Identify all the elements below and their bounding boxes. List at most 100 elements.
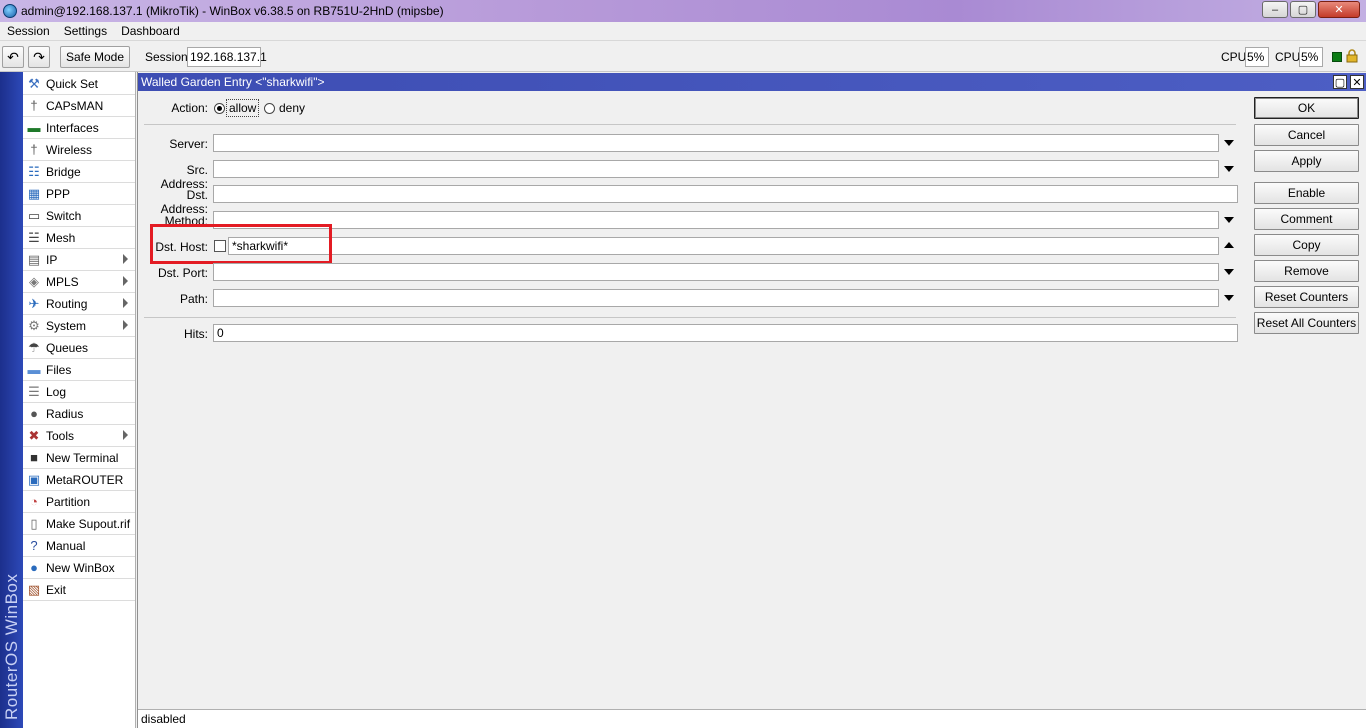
sidebar-item-files[interactable]: ▬ Files <box>23 359 135 381</box>
dialog-status-bar: disabled <box>138 709 1366 728</box>
comment-button[interactable]: Comment <box>1254 208 1359 230</box>
action-deny-label[interactable]: deny <box>279 101 305 115</box>
sidebar-item-ip[interactable]: ▤ IP <box>23 249 135 271</box>
sidebar-item-label: Manual <box>46 538 86 553</box>
sidebar-item-ppp[interactable]: ▦ PPP <box>23 183 135 205</box>
window-controls: ‒ ▢ ✕ <box>1262 1 1360 18</box>
ok-button[interactable]: OK <box>1254 97 1359 119</box>
dst-address-field[interactable] <box>213 185 1238 203</box>
winbox-icon: ● <box>30 560 38 575</box>
sidebar-item-bridge[interactable]: ☷ Bridge <box>23 161 135 183</box>
sidebar-item-system[interactable]: ⚙ System <box>23 315 135 337</box>
server-field[interactable] <box>213 134 1219 152</box>
sidebar-item-label: Radius <box>46 406 84 421</box>
path-label: Path: <box>179 292 208 306</box>
path-dropdown-icon[interactable] <box>1224 295 1234 301</box>
redo-button[interactable]: ↷ <box>28 46 50 68</box>
path-field[interactable] <box>213 289 1219 307</box>
files-icon: ▬ <box>27 362 41 377</box>
sidebar-item-radius[interactable]: ● Radius <box>23 403 135 425</box>
sidebar-item-mpls[interactable]: ◈ MPLS <box>23 271 135 293</box>
sidebar-item-wireless[interactable]: † Wireless <box>23 139 135 161</box>
sidebar-item-log[interactable]: ☰ Log <box>23 381 135 403</box>
sidebar-item-label: System <box>46 318 87 333</box>
menu-settings[interactable]: Settings <box>57 24 114 38</box>
supout-icon: ▯ <box>30 515 38 531</box>
method-field[interactable] <box>213 211 1219 229</box>
sidebar-item-label: IP <box>46 252 58 267</box>
undo-icon: ↶ <box>7 48 19 65</box>
sidebar-item-new-terminal[interactable]: ■ New Terminal <box>23 447 135 469</box>
ip-icon: ▤ <box>27 251 41 267</box>
sidebar-item-switch[interactable]: ▭ Switch <box>23 205 135 227</box>
close-window-button[interactable]: ✕ <box>1318 1 1360 18</box>
sidebar-item-label: New WinBox <box>46 560 115 575</box>
src-address-dropdown-icon[interactable] <box>1224 166 1234 172</box>
sidebar-item-capsman[interactable]: † CAPsMAN <box>23 95 135 117</box>
mesh-icon: ☱ <box>28 229 40 245</box>
exit-icon: ▧ <box>27 581 41 597</box>
reset-counters-button[interactable]: Reset Counters <box>1254 286 1359 308</box>
reset-all-counters-button[interactable]: Reset All Counters <box>1254 312 1359 334</box>
sidebar-item-label: Routing <box>46 296 88 311</box>
sidebar-item-routing[interactable]: ✈ Routing <box>23 293 135 315</box>
sidebar-item-interfaces[interactable]: ▬ Interfaces <box>23 117 135 139</box>
menu-bar: Session Settings Dashboard <box>0 22 1366 41</box>
sidebar-item-quick-set[interactable]: ⚒ Quick Set <box>23 73 135 95</box>
remove-button[interactable]: Remove <box>1254 260 1359 282</box>
dst-port-field[interactable] <box>213 263 1219 281</box>
system-icon: ⚙ <box>28 317 40 333</box>
sidebar-item-mesh[interactable]: ☱ Mesh <box>23 227 135 249</box>
sidebar-item-make-supout-rif[interactable]: ▯ Make Supout.rif <box>23 513 135 535</box>
cancel-button[interactable]: Cancel <box>1254 124 1359 146</box>
sidebar-item-label: Log <box>46 384 67 399</box>
safe-mode-button[interactable]: Safe Mode <box>60 46 130 68</box>
sidebar-item-exit[interactable]: ▧ Exit <box>23 579 135 601</box>
dst-host-field[interactable]: *sharkwifi* <box>228 237 1219 255</box>
enable-button[interactable]: Enable <box>1254 182 1359 204</box>
sidebar-item-label: Interfaces <box>46 120 99 135</box>
action-allow-radio[interactable] <box>214 103 225 114</box>
sidebar-item-label: Make Supout.rif <box>46 516 131 531</box>
undo-button[interactable]: ↶ <box>2 46 24 68</box>
dst-port-dropdown-icon[interactable] <box>1224 269 1234 275</box>
sidebar-item-label: Queues <box>46 340 89 355</box>
capsman-icon: † <box>30 98 38 113</box>
method-dropdown-icon[interactable] <box>1224 217 1234 223</box>
queues-icon: ☂ <box>28 339 40 355</box>
minimize-button[interactable]: ‒ <box>1262 1 1288 18</box>
main-area: Walled Garden Entry <"sharkwifi"> ▢ ✕ Ac… <box>137 72 1366 728</box>
dst-address-label: Dst. Address: <box>160 188 208 216</box>
sidebar-item-label: Tools <box>46 428 75 443</box>
sidebar-item-queues[interactable]: ☂ Queues <box>23 337 135 359</box>
maximize-button[interactable]: ▢ <box>1290 1 1316 18</box>
action-deny-radio[interactable] <box>264 103 275 114</box>
src-address-field[interactable] <box>213 160 1219 178</box>
metarouter-icon: ▣ <box>27 471 41 487</box>
action-label: Action: <box>171 101 208 115</box>
window-titlebar: admin@192.168.137.1 (MikroTik) - WinBox … <box>0 0 1366 22</box>
dialog-close-button[interactable]: ✕ <box>1350 75 1364 89</box>
sidebar-item-manual[interactable]: ? Manual <box>23 535 135 557</box>
server-dropdown-icon[interactable] <box>1224 140 1234 146</box>
routing-icon: ✈ <box>28 295 40 311</box>
terminal-icon: ■ <box>30 450 38 465</box>
dialog-restore-button[interactable]: ▢ <box>1333 75 1347 89</box>
sidebar-item-tools[interactable]: ✖ Tools <box>23 425 135 447</box>
sidebar-item-label: MetaROUTER <box>46 472 124 487</box>
cpu-value-1: 5% <box>1245 47 1269 67</box>
main-nav: ⚒ Quick Set † CAPsMAN ▬ Interfaces † Wireless ☷ B… <box>23 72 136 728</box>
submenu-arrow-icon <box>123 430 128 440</box>
sidebar-item-partition[interactable]: ◔ Partition <box>23 491 135 513</box>
bridge-icon: ☷ <box>28 163 40 179</box>
sidebar-item-metarouter[interactable]: ▣ MetaROUTER <box>23 469 135 491</box>
sidebar-item-new-winbox[interactable]: ● New WinBox <box>23 557 135 579</box>
dst-host-collapse-icon[interactable] <box>1224 242 1234 248</box>
menu-dashboard[interactable]: Dashboard <box>114 24 187 38</box>
menu-session[interactable]: Session <box>0 24 57 38</box>
apply-button[interactable]: Apply <box>1254 150 1359 172</box>
copy-button[interactable]: Copy <box>1254 234 1359 256</box>
session-field[interactable]: 192.168.137.1 <box>187 47 267 67</box>
submenu-arrow-icon <box>123 298 128 308</box>
action-allow-label[interactable]: allow <box>226 99 260 117</box>
